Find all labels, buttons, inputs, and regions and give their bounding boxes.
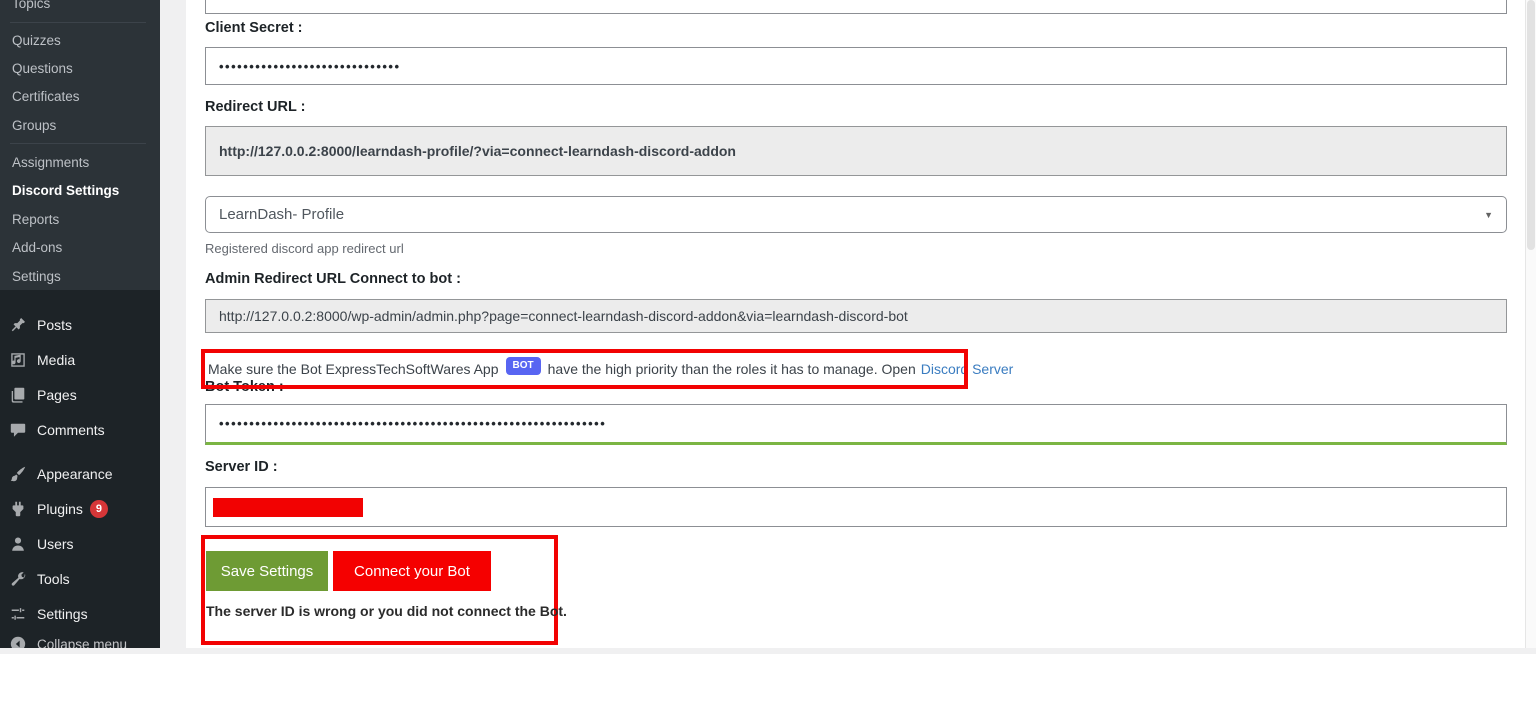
server-id-input[interactable]: [205, 487, 1507, 527]
server-error-message: The server ID is wrong or you did not co…: [206, 603, 567, 619]
admin-sidebar: Topics Quizzes Questions Certificates Gr…: [0, 0, 160, 648]
sliders-icon: [8, 604, 28, 624]
sidebar-item-comments[interactable]: Comments: [0, 412, 160, 447]
client-secret-label: Client Secret :: [205, 20, 303, 36]
bot-token-value: ••••••••••••••••••••••••••••••••••••••••…: [219, 416, 607, 431]
sidebar-item-quizzes[interactable]: Quizzes: [0, 30, 160, 52]
plug-icon: [8, 499, 28, 519]
sidebar-item-groups[interactable]: Groups: [0, 115, 160, 137]
bot-badge: BOT: [505, 357, 541, 375]
collapse-icon: [8, 634, 28, 648]
pages-icon: [8, 385, 28, 405]
redirect-app-selected-value: LearnDash- Profile: [219, 206, 345, 223]
save-settings-button[interactable]: Save Settings: [206, 551, 328, 591]
server-id-label: Server ID :: [205, 459, 278, 475]
client-secret-value: ••••••••••••••••••••••••••••••: [219, 58, 401, 74]
sidebar-item-label: Collapse menu: [37, 636, 128, 649]
redirect-url-field: http://127.0.0.2:8000/learndash-profile/…: [205, 126, 1507, 176]
admin-redirect-label: Admin Redirect URL Connect to bot :: [205, 271, 461, 287]
discord-server-link[interactable]: Discord Server: [921, 361, 1014, 377]
window-bottom-edge: [0, 648, 1536, 654]
bot-token-label: Bot Token :: [205, 379, 284, 395]
redirect-url-value: http://127.0.0.2:8000/learndash-profile/…: [219, 143, 736, 159]
sidebar-item-pages[interactable]: Pages: [0, 377, 160, 412]
media-icon: [8, 350, 28, 370]
sidebar-item-label: Plugins: [37, 500, 83, 517]
sidebar-item-wp-settings[interactable]: Settings: [0, 596, 160, 631]
sidebar-item-certificates[interactable]: Certificates: [0, 86, 160, 108]
sidebar-item-plugins[interactable]: Plugins 9: [0, 491, 160, 526]
scrollbar-thumb[interactable]: [1527, 0, 1535, 250]
sidebar-item-questions[interactable]: Questions: [0, 58, 160, 80]
comment-icon: [8, 420, 28, 440]
pin-icon: [8, 315, 28, 335]
bot-token-input[interactable]: ••••••••••••••••••••••••••••••••••••••••…: [205, 404, 1507, 445]
brush-icon: [8, 464, 28, 484]
submenu-separator: [10, 143, 146, 144]
sidebar-item-label: Settings: [37, 605, 88, 622]
wrench-icon: [8, 569, 28, 589]
bot-priority-notice: Make sure the Bot ExpressTechSoftWares A…: [208, 349, 1013, 389]
client-secret-input[interactable]: ••••••••••••••••••••••••••••••: [205, 47, 1507, 85]
sidebar-item-label: Pages: [37, 386, 77, 403]
sidebar-item-reports[interactable]: Reports: [0, 209, 160, 231]
sidebar-item-tools[interactable]: Tools: [0, 561, 160, 596]
sidebar-item-label: Posts: [37, 316, 73, 333]
sidebar-item-label: Media: [37, 351, 76, 368]
sidebar-item-topics[interactable]: Topics: [0, 0, 160, 15]
learndash-submenu: Topics Quizzes Questions Certificates Gr…: [0, 0, 160, 290]
sidebar-item-addons[interactable]: Add-ons: [0, 237, 160, 259]
sidebar-item-ld-settings[interactable]: Settings: [0, 266, 160, 288]
plugins-update-badge: 9: [89, 499, 108, 518]
admin-redirect-field: http://127.0.0.2:8000/wp-admin/admin.php…: [205, 299, 1507, 333]
redaction-bar: [213, 498, 363, 517]
connect-bot-button[interactable]: Connect your Bot: [333, 551, 491, 591]
redirect-url-label: Redirect URL :: [205, 99, 306, 115]
sidebar-item-users[interactable]: Users: [0, 526, 160, 561]
sidebar-item-label: Tools: [37, 570, 70, 587]
discord-settings-form: Client Secret : ••••••••••••••••••••••••…: [186, 0, 1525, 648]
submenu-separator: [10, 22, 146, 23]
notice-text-before: Make sure the Bot ExpressTechSoftWares A…: [208, 361, 499, 377]
sidebar-item-discord-settings[interactable]: Discord Settings: [0, 180, 160, 202]
redirect-app-helper-text: Registered discord app redirect url: [205, 241, 404, 256]
sidebar-item-assignments[interactable]: Assignments: [0, 152, 160, 174]
sidebar-item-media[interactable]: Media: [0, 342, 160, 377]
notice-text-after: have the high priority than the roles it…: [547, 361, 916, 377]
collapse-menu-button[interactable]: Collapse menu: [0, 631, 160, 648]
redirect-app-select[interactable]: LearnDash- Profile ▼: [205, 196, 1507, 233]
user-icon: [8, 534, 28, 554]
sidebar-item-label: Users: [37, 535, 74, 552]
sidebar-item-label: Comments: [37, 421, 105, 438]
sidebar-item-posts[interactable]: Posts: [0, 307, 160, 342]
admin-redirect-value: http://127.0.0.2:8000/wp-admin/admin.php…: [219, 308, 908, 324]
client-id-input[interactable]: [205, 0, 1507, 14]
chevron-down-icon: ▼: [1484, 209, 1493, 220]
sidebar-item-label: Appearance: [37, 465, 113, 482]
admin-gutter: [160, 0, 186, 648]
sidebar-item-appearance[interactable]: Appearance: [0, 456, 160, 491]
